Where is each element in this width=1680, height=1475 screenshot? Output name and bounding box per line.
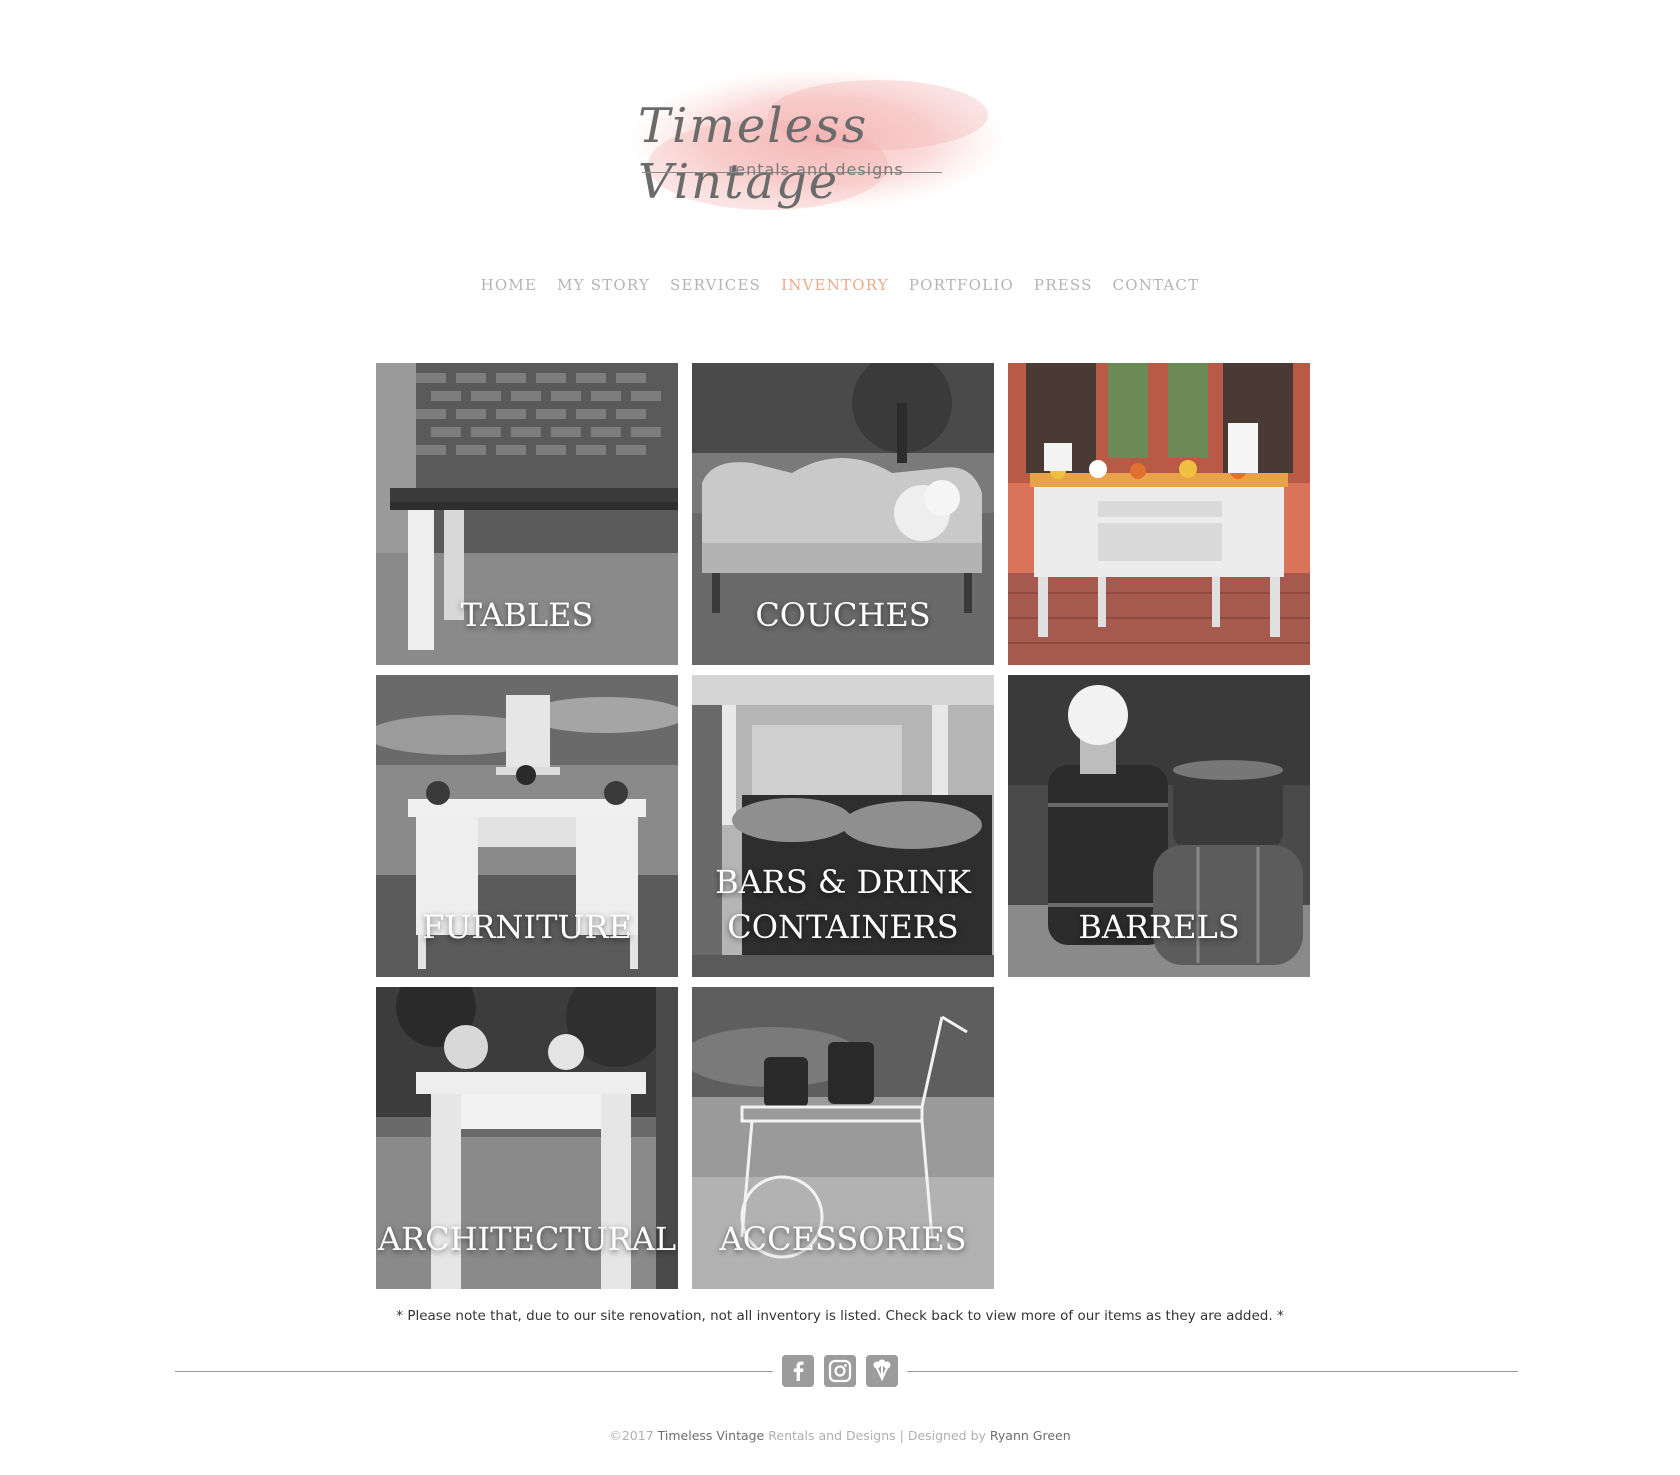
tile-furniture[interactable]: FURNITURE (376, 675, 678, 977)
nav-my-story[interactable]: MY STORY (557, 276, 650, 294)
copyright-year: ©2017 (609, 1428, 654, 1443)
nav-services[interactable]: SERVICES (670, 276, 761, 294)
tile-buffet[interactable] (1008, 363, 1310, 665)
main-nav: HOME MY STORY SERVICES INVENTORY PORTFOL… (0, 276, 1680, 294)
tile-architectural[interactable]: ARCHITECTURAL (376, 987, 678, 1289)
copyright-brand[interactable]: Timeless Vintage (658, 1428, 765, 1443)
logo-title: Timeless Vintage (638, 98, 869, 210)
copyright-brand-suffix: Rentals and Designs | Designed by (768, 1428, 986, 1443)
tile-label: FURNITURE (422, 908, 632, 946)
nav-inventory[interactable]: INVENTORY (781, 276, 889, 294)
copyright: ©2017 Timeless Vintage Rentals and Desig… (0, 1428, 1680, 1443)
instagram-icon[interactable] (824, 1355, 856, 1387)
tile-label: COUCHES (755, 596, 931, 634)
inventory-note: * Please note that, due to our site reno… (396, 1308, 1284, 1324)
tile-label-line1: BARS & DRINK (715, 863, 971, 901)
site-logo[interactable]: Timeless Vintage rentals and designs (618, 60, 1018, 230)
weddingwire-icon[interactable] (866, 1355, 898, 1387)
footer-rule-left (175, 1371, 773, 1372)
tile-couches[interactable]: COUCHES (692, 363, 994, 665)
tile-label-line2: CONTAINERS (727, 908, 959, 946)
nav-press[interactable]: PRESS (1034, 276, 1093, 294)
nav-contact[interactable]: CONTACT (1113, 276, 1200, 294)
tile-accessories[interactable]: ACCESSORIES (692, 987, 994, 1289)
tile-label: TABLES (460, 596, 594, 634)
footer-rule-right (907, 1371, 1518, 1372)
tile-bars-drink-containers[interactable]: BARS & DRINK CONTAINERS (692, 675, 994, 977)
tile-barrels[interactable]: BARRELS (1008, 675, 1310, 977)
nav-portfolio[interactable]: PORTFOLIO (909, 276, 1014, 294)
tile-tables[interactable]: TABLES (376, 363, 678, 665)
tile-label: ACCESSORIES (719, 1220, 967, 1258)
buffet-photo (1008, 363, 1310, 665)
nav-home[interactable]: HOME (481, 276, 538, 294)
tile-label: BARRELS (1078, 908, 1240, 946)
logo-subtitle: rentals and designs (728, 160, 904, 179)
tile-label: ARCHITECTURAL (377, 1220, 677, 1258)
facebook-icon[interactable] (782, 1355, 814, 1387)
designer-link[interactable]: Ryann Green (990, 1428, 1071, 1443)
